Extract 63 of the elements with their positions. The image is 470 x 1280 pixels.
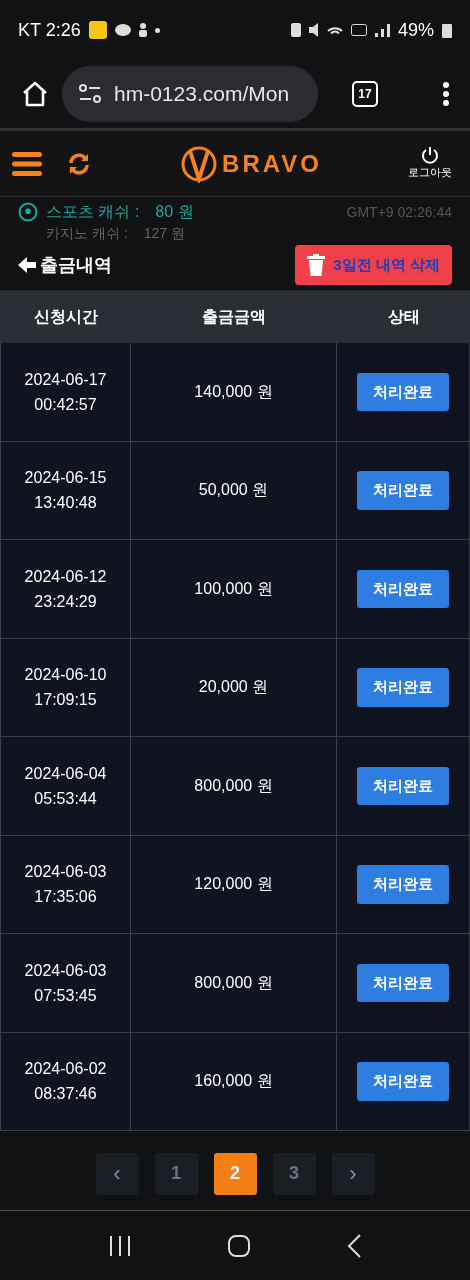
withdrawal-amount: 140,000 원 — [194, 381, 273, 402]
withdrawal-amount: 20,000 원 — [198, 677, 269, 698]
page-button[interactable]: 3 — [272, 1152, 316, 1195]
request-time: 2024-06-17 00:42:57 — [24, 369, 107, 415]
next-page-button[interactable]: › — [331, 1152, 375, 1195]
status-time: KT 2:26 — [18, 18, 81, 42]
request-time: 2024-06-03 17:35:06 — [24, 862, 107, 908]
page-title: 출금내역 — [40, 253, 112, 277]
column-header: 신청시간 — [32, 306, 99, 327]
request-time: 2024-06-12 23:24:29 — [24, 566, 107, 612]
brand-name: BRAVO — [222, 148, 322, 179]
chat-bubble-icon — [114, 24, 131, 36]
withdrawal-amount: 100,000 원 — [194, 578, 273, 599]
mute-icon — [308, 23, 319, 37]
withdrawal-amount: 120,000 원 — [194, 874, 273, 895]
page-button[interactable]: 1 — [154, 1152, 198, 1195]
trash-icon — [307, 254, 326, 276]
back-icon[interactable] — [346, 1232, 363, 1259]
site-settings-icon[interactable] — [78, 83, 102, 105]
home-button-icon[interactable] — [227, 1233, 251, 1258]
recent-apps-icon[interactable] — [107, 1233, 132, 1258]
status-badge: 처리완료 — [357, 471, 449, 510]
sports-cash-label: 스포츠 캐쉬 : — [46, 202, 140, 222]
page-button[interactable]: 2 — [213, 1152, 257, 1195]
person-icon — [138, 23, 147, 37]
tab-count[interactable]: 17 — [352, 81, 378, 107]
request-time: 2024-06-02 08:37:46 — [24, 1059, 107, 1105]
withdrawal-amount: 800,000 원 — [194, 972, 273, 993]
back-arrow-icon[interactable] — [18, 256, 36, 274]
status-badge: 처리완료 — [357, 668, 449, 707]
request-time: 2024-06-15 13:40:48 — [24, 468, 107, 514]
signal-icon — [374, 23, 390, 37]
wifi-icon — [326, 26, 343, 34]
url-text: hm-0123.com/Mon — [114, 81, 290, 108]
battery-percent: 49% — [397, 18, 434, 42]
request-time: 2024-06-10 17:09:15 — [24, 665, 107, 711]
sports-cash-value: 80 원 — [155, 202, 194, 222]
address-bar[interactable]: hm-0123.com/Mon — [62, 66, 318, 122]
logout-button[interactable]: 로그아웃 — [402, 146, 458, 181]
column-header: 상태 — [386, 306, 421, 327]
withdrawal-amount: 800,000 원 — [194, 775, 273, 796]
dot-icon — [154, 27, 160, 33]
logo-icon — [180, 144, 219, 183]
server-clock: GMT+9 02:26:44 — [346, 202, 452, 222]
status-badge: 처리완료 — [357, 569, 449, 608]
previous-page-button[interactable]: ‹ — [95, 1152, 139, 1195]
status-badge: 처리완료 — [357, 963, 449, 1002]
withdrawal-amount: 50,000 원 — [198, 480, 269, 501]
column-header: 출금금액 — [201, 306, 267, 327]
menu-icon[interactable] — [12, 149, 42, 178]
casino-cash-label: 카지노 캐쉬 : — [46, 223, 128, 243]
withdrawal-amount: 160,000 원 — [194, 1071, 273, 1092]
status-badge: 처리완료 — [357, 372, 449, 411]
soccer-ball-icon — [18, 202, 38, 222]
status-badge: 처리완료 — [357, 766, 449, 805]
casino-cash-value: 127 원 — [143, 223, 185, 243]
more-icon[interactable] — [442, 81, 450, 107]
status-badge: 처리완료 — [357, 1062, 449, 1101]
request-time: 2024-06-04 05:53:44 — [24, 763, 107, 809]
request-time: 2024-06-03 07:53:45 — [24, 960, 107, 1006]
status-badge: 처리완료 — [357, 865, 449, 904]
refresh-icon[interactable] — [68, 152, 90, 175]
power-icon — [421, 146, 439, 165]
